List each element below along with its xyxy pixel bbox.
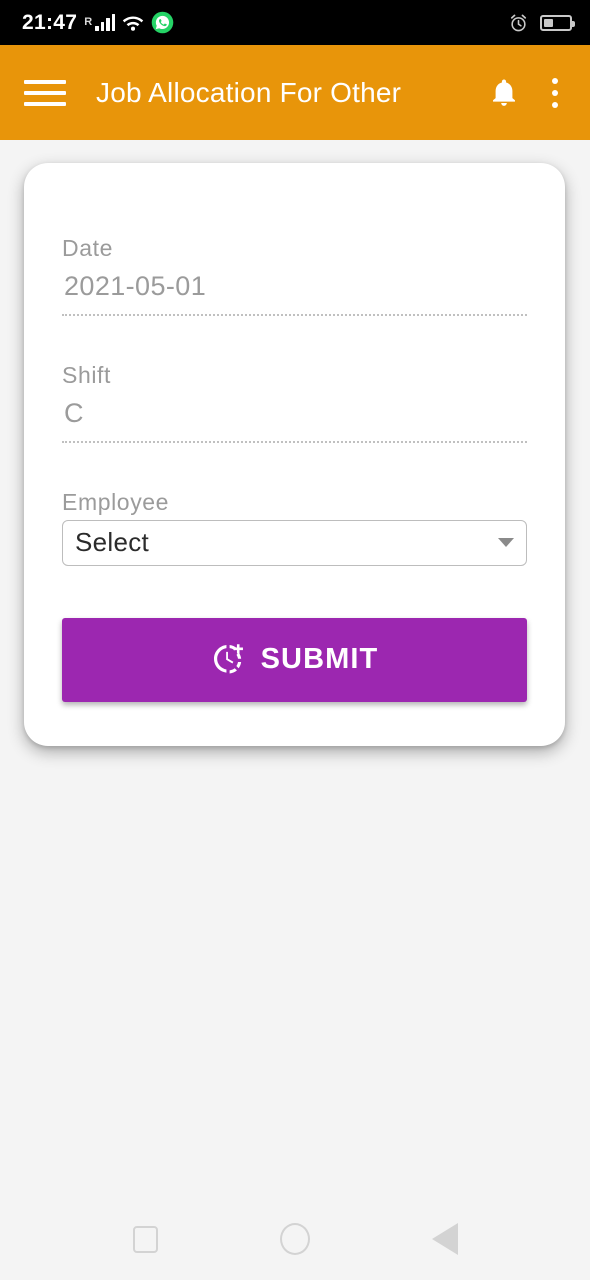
more-vert-icon[interactable] — [540, 77, 570, 108]
shift-input[interactable]: C — [62, 393, 527, 443]
field-label-employee: Employee — [62, 488, 170, 515]
circle-icon — [280, 1223, 310, 1255]
roaming-indicator: R — [84, 16, 93, 28]
back-button[interactable] — [415, 1209, 475, 1269]
home-button[interactable] — [265, 1209, 325, 1269]
status-bar-left: 21:47 R — [22, 11, 174, 34]
status-bar-right — [509, 13, 575, 33]
content-area: Date 2021-05-01 Shift C Employee Select — [0, 140, 590, 1198]
date-input[interactable]: 2021-05-01 — [62, 266, 527, 316]
chevron-down-icon — [498, 538, 514, 547]
android-navigation-bar — [0, 1198, 590, 1280]
more-time-icon — [213, 643, 243, 673]
field-employee: Employee Select — [62, 489, 527, 566]
triangle-left-icon — [432, 1223, 458, 1255]
status-time: 21:47 — [22, 11, 78, 34]
whatsapp-icon — [151, 11, 174, 34]
square-icon — [132, 1225, 158, 1253]
phone-screen: 21:47 R Job Allocation For Other Date 20… — [0, 0, 590, 1280]
field-shift: Shift C — [62, 362, 527, 443]
app-bar: Job Allocation For Other — [0, 45, 590, 140]
field-value-date: 2021-05-01 — [64, 271, 207, 301]
signal-bars-icon — [95, 14, 116, 31]
recents-button[interactable] — [115, 1209, 175, 1269]
submit-row: SUBMIT — [62, 617, 527, 702]
field-label-date: Date — [62, 235, 113, 261]
hamburger-menu-icon[interactable] — [24, 78, 66, 108]
employee-select[interactable]: Select — [62, 519, 527, 566]
submit-button-label: SUBMIT — [260, 643, 379, 675]
battery-icon — [540, 14, 575, 31]
submit-button[interactable]: SUBMIT — [62, 617, 527, 702]
alarm-icon — [510, 14, 527, 31]
field-value-shift: C — [64, 397, 84, 428]
page-title: Job Allocation For Other — [96, 76, 402, 108]
field-date: Date 2021-05-01 — [62, 235, 527, 316]
field-label-shift: Shift — [62, 361, 112, 388]
bell-icon[interactable] — [490, 77, 518, 109]
employee-select-value: Select — [75, 527, 150, 557]
wifi-icon — [122, 16, 144, 31]
status-bar: 21:47 R — [0, 0, 590, 45]
job-allocation-form-card: Date 2021-05-01 Shift C Employee Select — [24, 163, 565, 746]
